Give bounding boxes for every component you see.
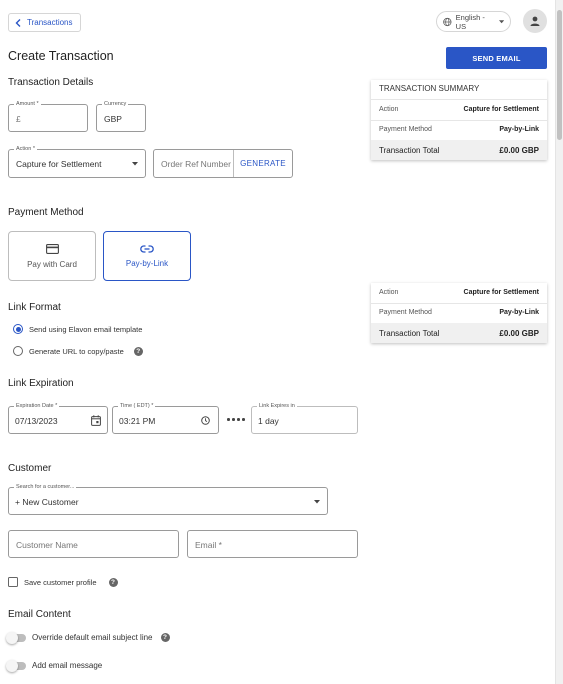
currency-value: GBP bbox=[104, 114, 122, 124]
pay-with-card-option[interactable]: Pay with Card bbox=[8, 231, 96, 281]
summary-total-value: £0.00 GBP bbox=[499, 145, 539, 155]
summary-row-payment-method: Payment Method Pay-by-Link bbox=[371, 303, 547, 322]
send-email-button[interactable]: SEND EMAIL bbox=[446, 47, 547, 69]
expiration-date-value: 07/13/2023 bbox=[15, 416, 58, 426]
expiration-date-label: Expiration Date * bbox=[14, 403, 60, 410]
summary-payment-method-value: Pay-by-Link bbox=[499, 309, 539, 316]
dropdown-arrow-icon bbox=[314, 500, 320, 504]
page-title: Create Transaction bbox=[8, 49, 114, 63]
summary-total-label: Transaction Total bbox=[379, 328, 440, 338]
order-ref-field[interactable]: Order Ref Number GENERATE bbox=[153, 149, 293, 178]
back-button-label: Transactions bbox=[27, 18, 73, 27]
customer-search-value: + New Customer bbox=[15, 497, 79, 507]
radio-elavon-template[interactable]: Send using Elavon email template bbox=[13, 324, 142, 334]
add-message-label: Add email message bbox=[32, 661, 103, 670]
clock-icon[interactable] bbox=[201, 416, 210, 425]
generate-button[interactable]: GENERATE bbox=[234, 150, 292, 177]
radio-generate-url[interactable]: Generate URL to copy/paste ? bbox=[13, 346, 143, 356]
currency-field[interactable]: Currency GBP bbox=[96, 101, 146, 132]
expiration-date-field[interactable]: Expiration Date * 07/13/2023 bbox=[8, 403, 108, 434]
customer-name-placeholder: Customer Name bbox=[16, 540, 78, 550]
customer-search-select[interactable]: Search for a customer... + New Customer bbox=[8, 484, 328, 515]
summary-total-label: Transaction Total bbox=[379, 145, 440, 155]
currency-label: Currency bbox=[102, 101, 129, 108]
summary-action-label: Action bbox=[379, 106, 399, 113]
override-subject-toggle-row[interactable]: Override default email subject line ? bbox=[6, 631, 170, 644]
summary-action-value: Capture for Settlement bbox=[463, 289, 539, 296]
language-select[interactable]: English - US bbox=[436, 11, 511, 32]
email-placeholder: Email * bbox=[195, 540, 222, 550]
summary-row-action: Action Capture for Settlement bbox=[371, 100, 547, 119]
save-profile-label: Save customer profile bbox=[24, 577, 97, 587]
action-label: Action * bbox=[14, 146, 37, 153]
summary-total-row: Transaction Total £0.00 GBP bbox=[371, 323, 547, 343]
amount-field[interactable]: Amount * £ bbox=[8, 101, 88, 132]
credit-card-icon bbox=[45, 243, 59, 254]
user-avatar[interactable] bbox=[523, 9, 547, 33]
transaction-details-heading: Transaction Details bbox=[8, 77, 94, 88]
override-subject-label: Override default email subject line bbox=[32, 633, 153, 642]
scrollbar[interactable] bbox=[555, 0, 563, 684]
summary-payment-method-label: Payment Method bbox=[379, 126, 432, 133]
save-profile-checkbox[interactable] bbox=[8, 577, 18, 587]
transaction-summary-secondary: Action Capture for Settlement Payment Me… bbox=[371, 283, 547, 343]
help-icon[interactable]: ? bbox=[133, 346, 143, 356]
action-value: Capture for Settlement bbox=[16, 159, 102, 169]
user-icon bbox=[530, 16, 540, 26]
summary-action-label: Action bbox=[379, 289, 399, 296]
save-customer-profile[interactable]: Save customer profile ? bbox=[8, 577, 118, 587]
radio-generate-url-label: Generate URL to copy/paste bbox=[29, 346, 124, 356]
pay-by-link-label: Pay-by-Link bbox=[125, 258, 169, 268]
summary-action-value: Capture for Settlement bbox=[463, 106, 539, 113]
transaction-summary: TRANSACTION SUMMARY Action Capture for S… bbox=[371, 80, 547, 160]
link-format-heading: Link Format bbox=[8, 302, 61, 313]
override-subject-toggle[interactable] bbox=[6, 631, 26, 644]
help-icon[interactable]: ? bbox=[160, 633, 170, 642]
link-expires-in-value: 1 day bbox=[258, 416, 279, 426]
time-value: 03:21 PM bbox=[119, 416, 156, 426]
add-message-toggle[interactable] bbox=[6, 659, 26, 672]
link-expires-in-field: Link Expires in 1 day bbox=[251, 403, 358, 434]
customer-heading: Customer bbox=[8, 463, 52, 474]
summary-payment-method-value: Pay-by-Link bbox=[499, 126, 539, 133]
summary-row-action: Action Capture for Settlement bbox=[371, 283, 547, 302]
summary-total-row: Transaction Total £0.00 GBP bbox=[371, 140, 547, 160]
amount-prefix: £ bbox=[16, 114, 21, 124]
chevron-left-icon bbox=[15, 18, 21, 27]
help-icon[interactable]: ? bbox=[108, 577, 118, 587]
language-label: English - US bbox=[455, 12, 485, 31]
pay-with-card-label: Pay with Card bbox=[27, 259, 77, 269]
action-select[interactable]: Action * Capture for Settlement bbox=[8, 146, 146, 178]
dropdown-arrow-icon bbox=[498, 19, 504, 23]
ellipsis-separator bbox=[227, 418, 245, 421]
scrollbar-thumb[interactable] bbox=[557, 10, 562, 140]
link-icon bbox=[140, 244, 154, 253]
email-field[interactable]: Email * bbox=[187, 530, 358, 558]
amount-label: Amount * bbox=[14, 101, 41, 108]
dropdown-arrow-icon bbox=[132, 162, 138, 166]
time-label: Time ( EDT) * bbox=[118, 403, 156, 410]
pay-by-link-option[interactable]: Pay-by-Link bbox=[103, 231, 191, 281]
summary-total-value: £0.00 GBP bbox=[499, 328, 539, 338]
customer-name-field[interactable]: Customer Name bbox=[8, 530, 179, 558]
back-button[interactable]: Transactions bbox=[8, 13, 81, 32]
calendar-icon[interactable] bbox=[91, 415, 101, 426]
globe-icon bbox=[443, 17, 452, 26]
radio-elavon-template-label: Send using Elavon email template bbox=[29, 324, 143, 334]
link-expires-in-label: Link Expires in bbox=[257, 403, 297, 410]
summary-row-payment-method: Payment Method Pay-by-Link bbox=[371, 120, 547, 139]
customer-search-label: Search for a customer... bbox=[14, 484, 77, 491]
email-content-heading: Email Content bbox=[8, 609, 71, 620]
radio-button[interactable] bbox=[13, 346, 23, 356]
summary-payment-method-label: Payment Method bbox=[379, 309, 432, 316]
radio-button-selected[interactable] bbox=[13, 324, 23, 334]
payment-method-heading: Payment Method bbox=[8, 207, 84, 218]
order-ref-placeholder: Order Ref Number bbox=[161, 159, 231, 169]
summary-title: TRANSACTION SUMMARY bbox=[379, 84, 480, 93]
time-field[interactable]: Time ( EDT) * 03:21 PM bbox=[112, 403, 219, 434]
link-expiration-heading: Link Expiration bbox=[8, 378, 74, 389]
add-message-toggle-row[interactable]: Add email message bbox=[6, 659, 103, 672]
